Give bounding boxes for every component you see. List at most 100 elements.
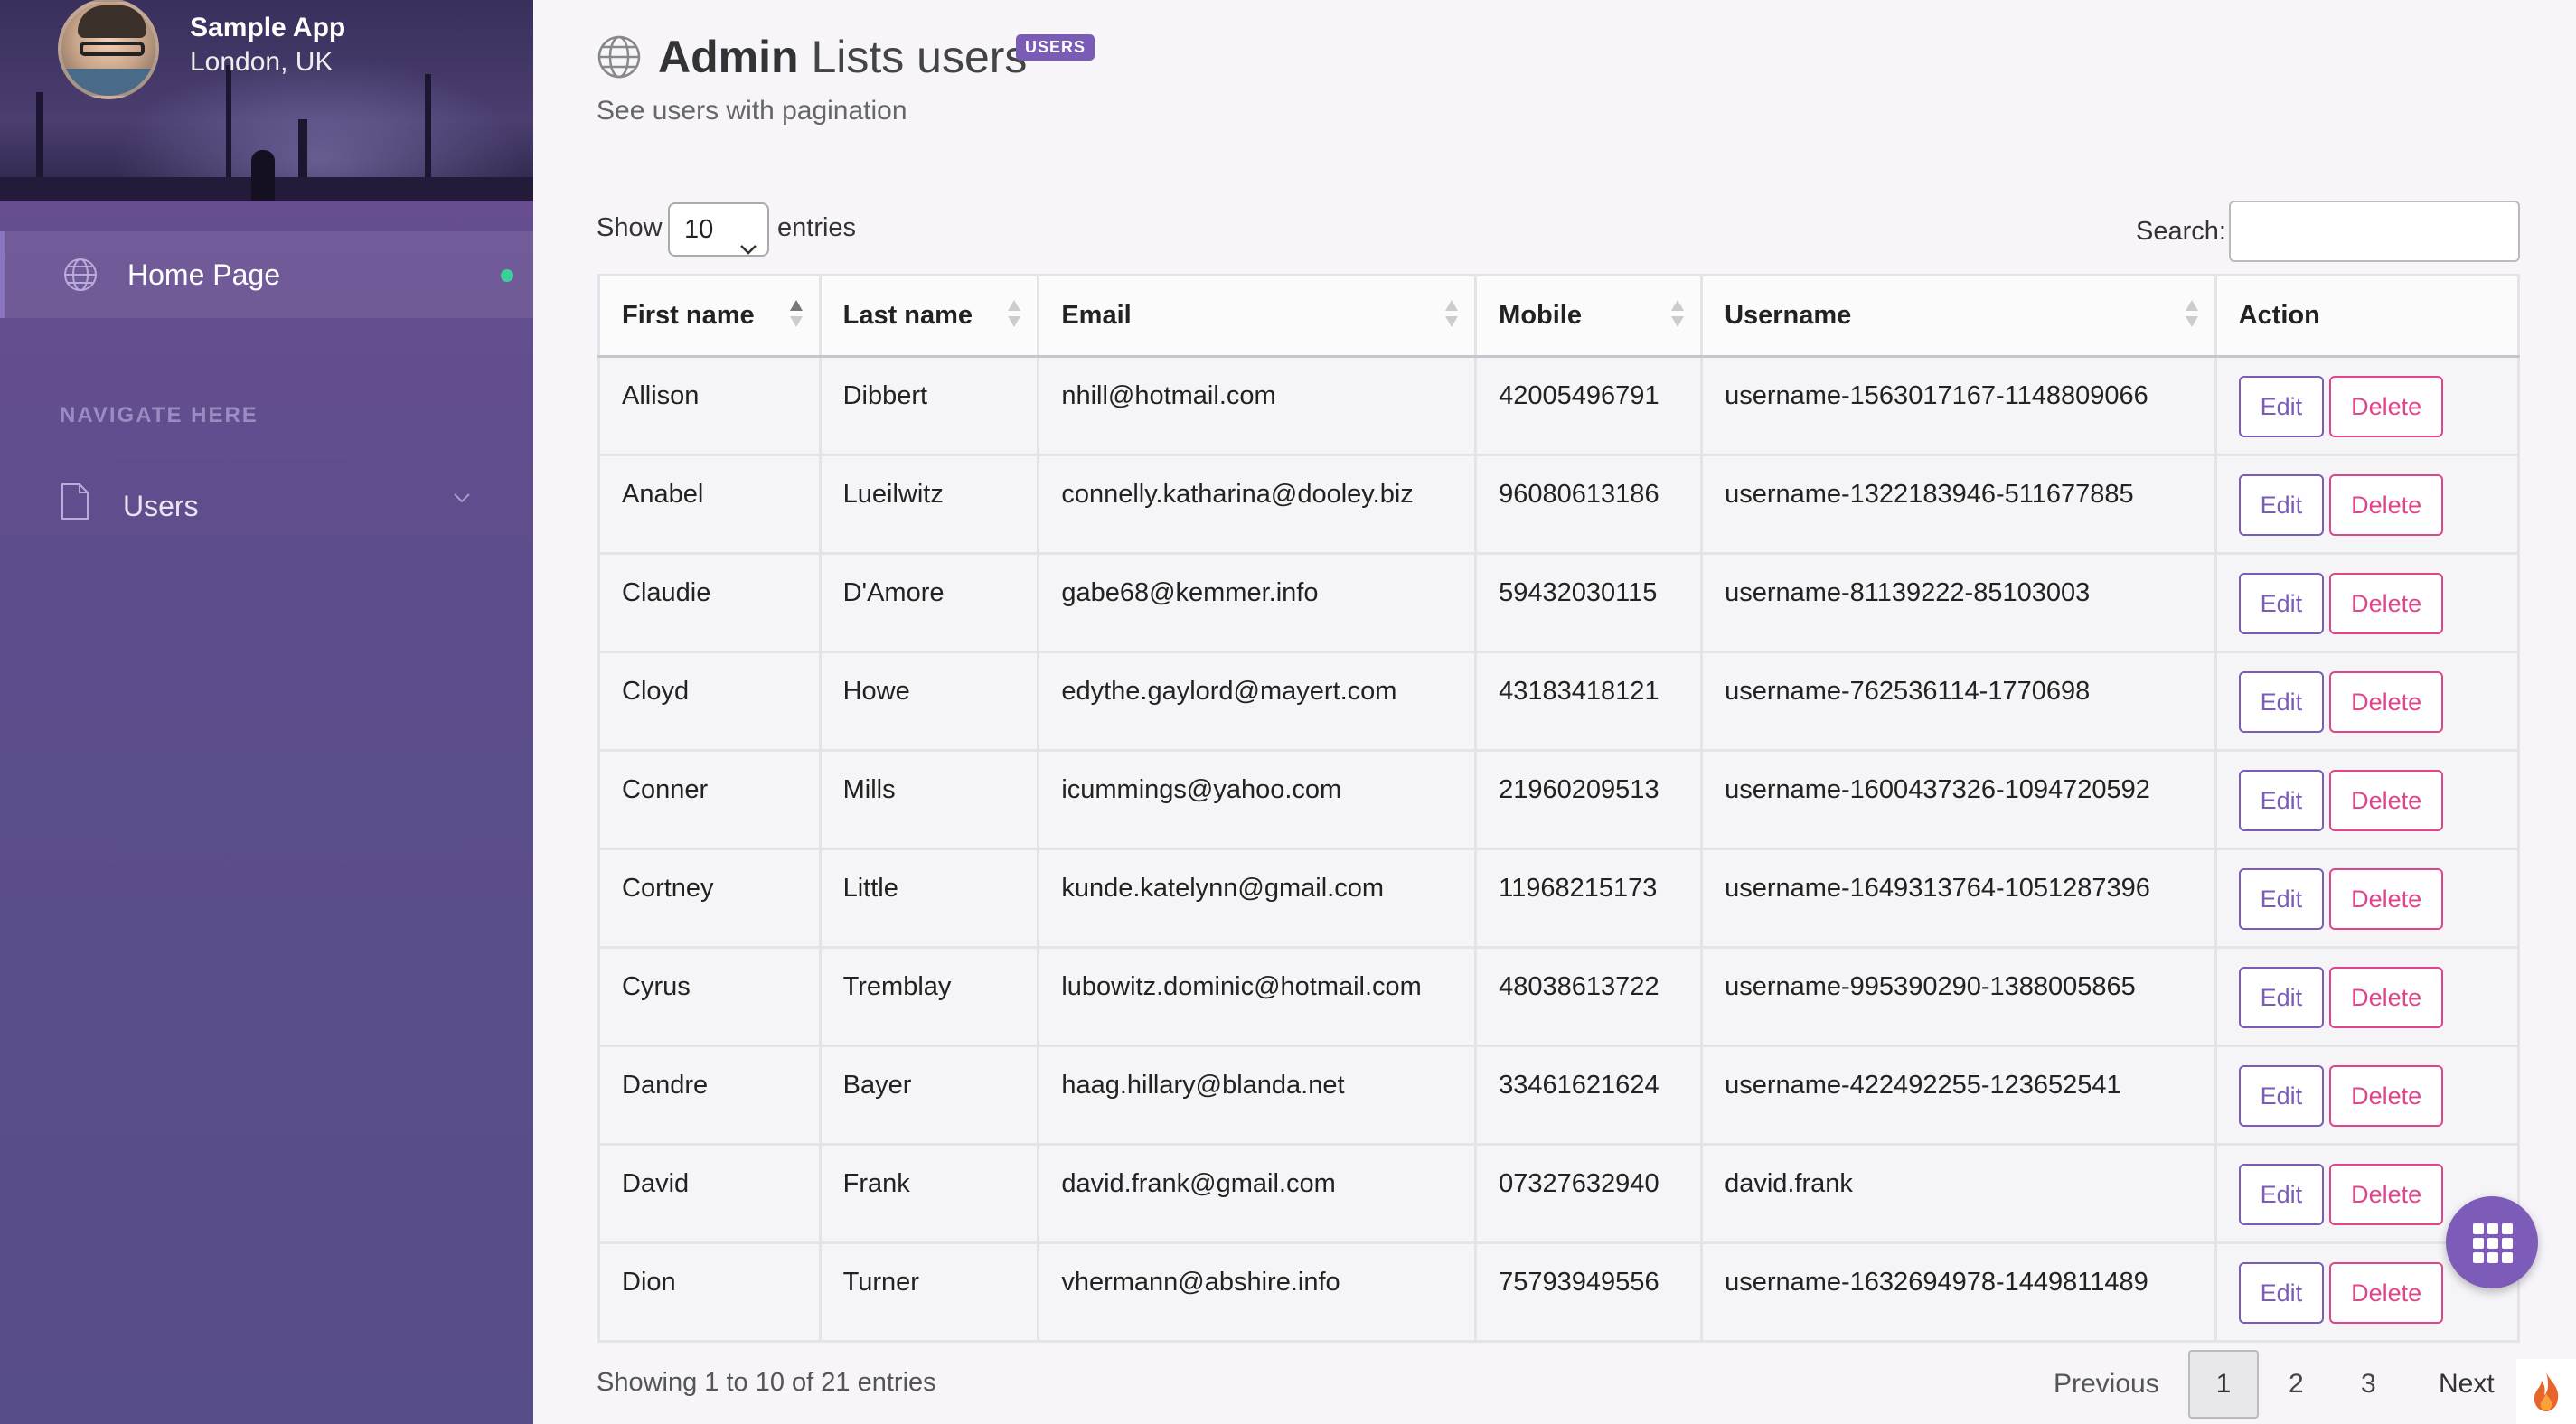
cell-username: username-1632694978-1449811489: [1700, 1241, 2217, 1343]
chevron-down-icon: [738, 222, 758, 273]
cell-email: david.frank@gmail.com: [1037, 1143, 1478, 1244]
column-header-username[interactable]: Username: [1700, 274, 2217, 358]
table-row: Dandre Bayer haag.hillary@blanda.net 334…: [597, 1045, 2521, 1146]
pagination-next[interactable]: Next: [2439, 1350, 2495, 1419]
sidebar-item-label: Home Page: [127, 258, 280, 291]
cell-last-name: Howe: [818, 651, 1040, 752]
column-header-last-name[interactable]: Last name: [818, 274, 1040, 358]
delete-button[interactable]: Delete: [2329, 671, 2444, 733]
users-table: First name Last name Email Mobile Userna…: [597, 274, 2521, 1343]
cell-first-name: Anabel: [597, 454, 822, 555]
column-header-mobile[interactable]: Mobile: [1474, 274, 1704, 358]
apps-menu-button[interactable]: [2446, 1196, 2538, 1288]
edit-button[interactable]: Edit: [2238, 1065, 2325, 1127]
cell-mobile: 21960209513: [1474, 749, 1704, 850]
debug-toolbar-toggle[interactable]: [2516, 1359, 2576, 1424]
entries-label: entries: [777, 213, 857, 242]
cell-last-name: Dibbert: [818, 355, 1040, 456]
delete-button[interactable]: Delete: [2329, 573, 2444, 634]
cell-email: icummings@yahoo.com: [1037, 749, 1478, 850]
table-info: Showing 1 to 10 of 21 entries: [597, 1368, 936, 1397]
table-row: Allison Dibbert nhill@hotmail.com 420054…: [597, 355, 2521, 456]
cell-username: username-1563017167-1148809066: [1700, 355, 2217, 456]
table-row: Conner Mills icummings@yahoo.com 2196020…: [597, 749, 2521, 850]
nav-section-heading: NAVIGATE HERE: [60, 403, 259, 427]
table-row: Cyrus Tremblay lubowitz.dominic@hotmail.…: [597, 946, 2521, 1047]
edit-button[interactable]: Edit: [2238, 573, 2325, 634]
edit-button[interactable]: Edit: [2238, 376, 2325, 437]
cell-last-name: Lueilwitz: [818, 454, 1040, 555]
entries-select[interactable]: 10: [668, 202, 769, 257]
cell-email: lubowitz.dominic@hotmail.com: [1037, 946, 1478, 1047]
cell-last-name: Little: [818, 848, 1040, 949]
edit-button[interactable]: Edit: [2238, 770, 2325, 831]
page-title-bold: Admin: [658, 32, 799, 82]
delete-button[interactable]: Delete: [2329, 474, 2444, 536]
search-input[interactable]: [2229, 201, 2520, 262]
entries-select-value: 10: [684, 215, 714, 244]
cell-mobile: 59432030115: [1474, 552, 1704, 653]
column-header-first-name[interactable]: First name: [597, 274, 822, 358]
edit-button[interactable]: Edit: [2238, 967, 2325, 1028]
sort-icon: [2185, 300, 2198, 333]
chevron-down-icon[interactable]: [452, 492, 472, 509]
cell-last-name: Bayer: [818, 1045, 1040, 1146]
cell-mobile: 33461621624: [1474, 1045, 1704, 1146]
cell-last-name: Frank: [818, 1143, 1040, 1244]
cell-first-name: Cyrus: [597, 946, 822, 1047]
cell-username: username-1600437326-1094720592: [1700, 749, 2217, 850]
column-header-email[interactable]: Email: [1037, 274, 1478, 358]
cell-email: gabe68@kemmer.info: [1037, 552, 1478, 653]
edit-button[interactable]: Edit: [2238, 1164, 2325, 1225]
globe-icon: [597, 34, 642, 84]
cell-first-name: Cloyd: [597, 651, 822, 752]
sidebar-item-users[interactable]: Users: [0, 470, 533, 542]
pagination-page-2[interactable]: 2: [2289, 1350, 2304, 1419]
cell-last-name: Tremblay: [818, 946, 1040, 1047]
show-label: Show: [597, 213, 663, 242]
cell-last-name: Turner: [818, 1241, 1040, 1343]
pagination-page-3[interactable]: 3: [2361, 1350, 2376, 1419]
edit-button[interactable]: Edit: [2238, 868, 2325, 930]
cell-username: username-995390290-1388005865: [1700, 946, 2217, 1047]
cell-action: Edit Delete: [2214, 848, 2521, 949]
avatar[interactable]: [58, 0, 159, 99]
delete-button[interactable]: Delete: [2329, 1164, 2444, 1225]
globe-icon: [62, 257, 99, 297]
edit-button[interactable]: Edit: [2238, 474, 2325, 536]
page-title: Admin Lists users: [658, 31, 1027, 83]
cell-username: username-1322183946-511677885: [1700, 454, 2217, 555]
cell-username: username-422492255-123652541: [1700, 1045, 2217, 1146]
cell-email: edythe.gaylord@mayert.com: [1037, 651, 1478, 752]
pagination-page-1[interactable]: 1: [2188, 1350, 2259, 1419]
cell-action: Edit Delete: [2214, 749, 2521, 850]
edit-button[interactable]: Edit: [2238, 1262, 2325, 1324]
cell-last-name: D'Amore: [818, 552, 1040, 653]
delete-button[interactable]: Delete: [2329, 868, 2444, 930]
cell-username: username-81139222-85103003: [1700, 552, 2217, 653]
delete-button[interactable]: Delete: [2329, 376, 2444, 437]
sidebar-item-home[interactable]: Home Page: [0, 231, 533, 318]
pagination-previous[interactable]: Previous: [2054, 1350, 2159, 1419]
cell-first-name: Allison: [597, 355, 822, 456]
cell-email: haag.hillary@blanda.net: [1037, 1045, 1478, 1146]
search-label: Search:: [2136, 217, 2226, 246]
cell-username: username-762536114-1770698: [1700, 651, 2217, 752]
sidebar-item-label: Users: [123, 490, 199, 522]
delete-button[interactable]: Delete: [2329, 770, 2444, 831]
table-row: Cloyd Howe edythe.gaylord@mayert.com 431…: [597, 651, 2521, 752]
delete-button[interactable]: Delete: [2329, 967, 2444, 1028]
table-row: David Frank david.frank@gmail.com 073276…: [597, 1143, 2521, 1244]
cell-action: Edit Delete: [2214, 946, 2521, 1047]
delete-button[interactable]: Delete: [2329, 1262, 2444, 1324]
cell-email: vhermann@abshire.info: [1037, 1241, 1478, 1343]
cell-email: kunde.katelynn@gmail.com: [1037, 848, 1478, 949]
cell-first-name: Cortney: [597, 848, 822, 949]
grid-icon: [2473, 1223, 2513, 1263]
cell-action: Edit Delete: [2214, 355, 2521, 456]
cell-first-name: Dion: [597, 1241, 822, 1343]
edit-button[interactable]: Edit: [2238, 671, 2325, 733]
sort-icon: [1445, 300, 1459, 333]
delete-button[interactable]: Delete: [2329, 1065, 2444, 1127]
app-location: London, UK: [190, 47, 334, 77]
